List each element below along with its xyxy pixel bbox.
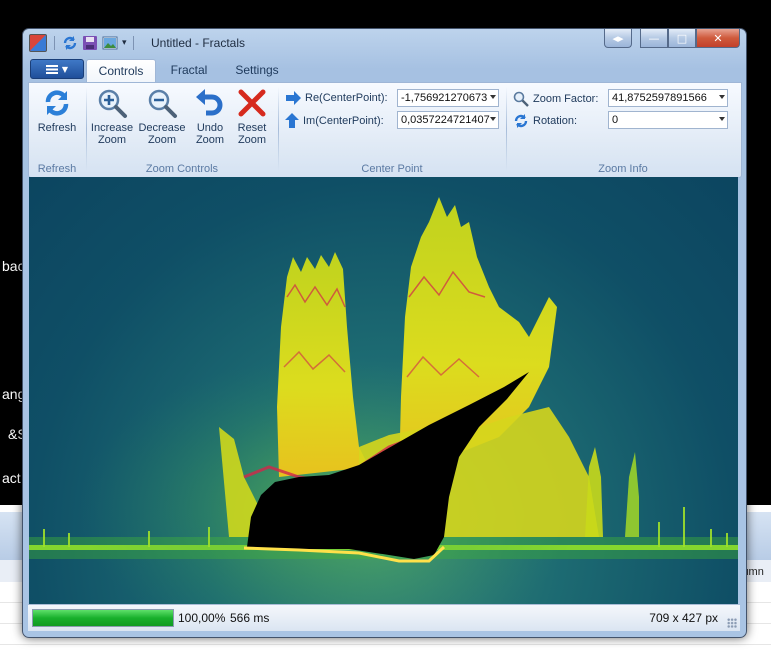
- quick-access-toolbar: ▾: [29, 34, 136, 52]
- menu-icon: [45, 64, 58, 74]
- fractal-canvas[interactable]: [29, 177, 738, 604]
- ribbon-tabs: ▼ Controls Fractal Settings: [28, 57, 740, 82]
- rotate-icon: [514, 114, 528, 128]
- undo-zoom-line1: Undo: [196, 122, 224, 134]
- group-label-zoom-controls: Zoom Controls: [145, 163, 219, 175]
- ribbon-panel: Refresh Refresh Increase Zoom Decrease Z…: [28, 82, 742, 178]
- rotation-label: Rotation:: [533, 115, 578, 127]
- group-label-center-point: Center Point: [361, 163, 423, 175]
- decrease-zoom-button[interactable]: Decrease Zoom: [138, 87, 186, 149]
- refresh-icon: [45, 90, 69, 116]
- image-icon[interactable]: [102, 35, 118, 51]
- refresh-button-label: Refresh: [37, 122, 77, 134]
- undo-zoom-button[interactable]: Undo Zoom: [187, 87, 233, 149]
- group-separator: [86, 87, 87, 171]
- increase-zoom-line1: Increase: [90, 122, 134, 134]
- re-centerpoint-value: -1,756921270673: [401, 92, 488, 104]
- app-icon[interactable]: [29, 34, 47, 52]
- progress-percent: 100,00%: [178, 611, 226, 625]
- group-separator: [278, 87, 279, 171]
- close-button[interactable]: ✕: [696, 29, 740, 48]
- reset-zoom-button[interactable]: Reset Zoom: [229, 87, 275, 149]
- decrease-zoom-line2: Zoom: [147, 134, 177, 146]
- save-icon[interactable]: [82, 35, 98, 51]
- chevron-down-icon[interactable]: [719, 95, 725, 99]
- qat-dropdown-icon[interactable]: ▾: [122, 38, 127, 48]
- fractals-window: ▾ Untitled - Fractals ◂▸ — □ ✕ ▼ Control…: [22, 28, 747, 638]
- back-forward-button[interactable]: ◂▸: [604, 29, 632, 48]
- group-separator: [506, 87, 507, 171]
- title-bar[interactable]: ▾ Untitled - Fractals ◂▸ — □ ✕: [23, 29, 746, 57]
- minimize-button[interactable]: —: [640, 29, 668, 48]
- image-size: 709 x 427 px: [649, 611, 718, 625]
- status-bar: 100,00% 566 ms 709 x 427 px: [28, 604, 740, 631]
- arrow-up-icon: [285, 113, 299, 128]
- caption-buttons: ◂▸ — □ ✕: [604, 29, 740, 48]
- arrow-right-icon: [286, 91, 301, 105]
- rotation-label-row: Rotation:: [513, 113, 577, 129]
- reset-zoom-line2: Zoom: [237, 134, 267, 146]
- tab-settings[interactable]: Settings: [226, 59, 288, 81]
- chevron-down-icon[interactable]: [719, 117, 725, 121]
- maximize-button[interactable]: □: [668, 29, 696, 48]
- refresh-button[interactable]: Refresh: [34, 87, 80, 149]
- tab-controls[interactable]: Controls: [86, 59, 156, 82]
- decrease-zoom-line1: Decrease: [138, 122, 186, 134]
- chevron-down-icon[interactable]: [490, 117, 496, 121]
- re-centerpoint-label: Re(CenterPoint):: [305, 92, 388, 104]
- im-centerpoint-combo[interactable]: 0,0357224721407: [397, 111, 499, 129]
- re-centerpoint-combo[interactable]: -1,756921270673: [397, 89, 499, 107]
- group-label-refresh: Refresh: [37, 163, 77, 175]
- zoom-factor-value: 41,8752597891566: [612, 92, 707, 104]
- tab-fractal[interactable]: Fractal: [160, 59, 218, 81]
- increase-zoom-button[interactable]: Increase Zoom: [89, 87, 135, 149]
- reset-icon: [238, 89, 266, 117]
- window-title: Untitled - Fractals: [151, 36, 246, 50]
- undo-zoom-line2: Zoom: [195, 134, 225, 146]
- render-progress-fill: [33, 610, 173, 626]
- render-progress-bar: [32, 609, 174, 627]
- group-label-zoom-info: Zoom Info: [598, 163, 648, 175]
- refresh-icon[interactable]: [62, 35, 78, 51]
- im-centerpoint-value: 0,0357224721407: [401, 114, 490, 126]
- magnifier-icon: [513, 91, 529, 107]
- background-text: act: [2, 470, 21, 486]
- zoom-in-icon: [98, 89, 127, 118]
- im-centerpoint-label-row: Im(CenterPoint):: [285, 113, 384, 129]
- zoom-out-icon: [148, 89, 177, 118]
- increase-zoom-line2: Zoom: [97, 134, 127, 146]
- undo-icon: [196, 89, 223, 116]
- rotation-value: 0: [612, 114, 619, 126]
- zoom-factor-label: Zoom Factor:: [533, 93, 599, 105]
- render-time: 566 ms: [230, 611, 270, 625]
- zoom-factor-combo[interactable]: 41,8752597891566: [608, 89, 728, 107]
- fractal-image: [29, 197, 738, 604]
- im-centerpoint-label: Im(CenterPoint):: [303, 115, 384, 127]
- resize-grip-icon[interactable]: [727, 618, 737, 628]
- re-centerpoint-label-row: Re(CenterPoint):: [285, 91, 388, 105]
- rotation-combo[interactable]: 0: [608, 111, 728, 129]
- zoom-factor-label-row: Zoom Factor:: [513, 91, 598, 107]
- application-menu-button[interactable]: ▼: [30, 59, 84, 79]
- reset-zoom-line1: Reset: [237, 122, 267, 134]
- chevron-down-icon[interactable]: [490, 95, 496, 99]
